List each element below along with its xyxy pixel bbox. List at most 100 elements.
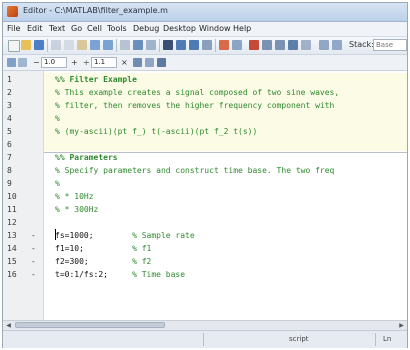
menu-cell[interactable]: Cell <box>87 24 102 33</box>
open-folder-icon[interactable] <box>21 40 31 50</box>
line-number: 3 <box>7 101 12 110</box>
factor-value-field[interactable]: 1.1 <box>91 57 117 68</box>
menu-window[interactable]: Window <box>199 24 231 33</box>
find-icon[interactable] <box>133 40 143 50</box>
redo-icon[interactable] <box>103 40 113 50</box>
code-line[interactable]: 5 % (my-ascii)(pt f_) t(-ascii)(pt f_2 t(… <box>3 125 407 138</box>
code-text: % <box>55 179 60 188</box>
line-number: 11 <box>7 205 17 214</box>
continue-icon[interactable] <box>288 40 298 50</box>
horizontal-scrollbar[interactable]: ◀ ▶ <box>3 320 407 330</box>
undo-icon[interactable] <box>90 40 100 50</box>
status-bar: script Ln <box>3 330 407 348</box>
cell-eval-icon[interactable] <box>7 58 16 67</box>
text-cursor <box>55 229 56 240</box>
line-number: 12 <box>7 218 17 227</box>
fx-icon[interactable] <box>146 40 156 50</box>
save-icon[interactable] <box>34 40 44 50</box>
cell-run-icon[interactable] <box>133 58 142 67</box>
line-number: 8 <box>7 166 12 175</box>
code-line[interactable]: 15 - f2=300; % f2 <box>3 255 407 268</box>
print-icon[interactable] <box>120 40 130 50</box>
menu-desktop[interactable]: Desktop <box>163 24 196 33</box>
status-line-number: Ln <box>383 335 392 343</box>
breakpoint-marker[interactable]: - <box>31 255 36 268</box>
code-line[interactable]: 7 %% Parameters <box>3 151 407 164</box>
copy-icon[interactable] <box>64 40 74 50</box>
goto-icon[interactable] <box>202 40 212 50</box>
code-line[interactable]: 10 % * 10Hz <box>3 190 407 203</box>
code-editor[interactable]: 1 %% Filter Example 2 % This example create… <box>3 71 407 320</box>
back-icon[interactable] <box>176 40 186 50</box>
scroll-right-icon[interactable]: ▶ <box>398 322 405 329</box>
toolbar: Stack: Base <box>3 37 407 55</box>
decrement-button[interactable]: − <box>33 58 40 67</box>
code-line[interactable]: 11 % * 300Hz <box>3 203 407 216</box>
code-line[interactable]: 13 - fs=1000; % Sample rate <box>3 229 407 242</box>
stack-select[interactable]: Base <box>373 39 407 51</box>
matlab-app-icon <box>7 6 18 17</box>
menu-edit[interactable]: Edit <box>27 24 43 33</box>
code-text: % This example creates a signal composed… <box>55 88 340 97</box>
code-text: % Specify parameters and construct time … <box>55 166 335 175</box>
scroll-thumb[interactable] <box>15 322 165 328</box>
code-line[interactable]: 12 <box>3 216 407 229</box>
code-line[interactable]: 14 - f1=10; % f1 <box>3 242 407 255</box>
menu-text[interactable]: Text <box>49 24 65 33</box>
line-number: 16 <box>7 270 17 279</box>
new-file-icon[interactable] <box>8 40 20 52</box>
code-line[interactable]: 16 - t=0:1/fs:2; % Time base <box>3 268 407 281</box>
breakpoint-icon[interactable] <box>219 40 229 50</box>
menu-go[interactable]: Go <box>71 24 82 33</box>
step-in-icon[interactable] <box>262 40 272 50</box>
increment-button[interactable]: + <box>71 58 78 67</box>
multiply-button[interactable]: × <box>121 58 128 67</box>
code-line[interactable]: 1 %% Filter Example <box>3 73 407 86</box>
window-title: Editor - C:\MATLAB\filter_example.m <box>23 6 168 15</box>
code-line[interactable]: 9% <box>3 177 407 190</box>
line-number: 15 <box>7 257 17 266</box>
code-line[interactable]: 4% <box>3 112 407 125</box>
step-icon[interactable] <box>232 40 242 50</box>
title-bar: Editor - C:\MATLAB\filter_example.m <box>3 3 407 22</box>
exit-debug-icon[interactable] <box>301 40 311 50</box>
menu-help[interactable]: Help <box>233 24 251 33</box>
code-text: %% Parameters <box>55 153 118 162</box>
cell-toolbar: − 1.0 + ÷ 1.1 × <box>3 55 407 71</box>
code-line[interactable]: 8 % Specify parameters and construct time… <box>3 164 407 177</box>
run-icon[interactable] <box>319 40 329 50</box>
menu-tools[interactable]: Tools <box>107 24 127 33</box>
breakpoint-marker[interactable]: - <box>31 268 36 281</box>
line-number: 4 <box>7 114 12 123</box>
code-line[interactable]: 6 <box>3 138 407 151</box>
forward-icon[interactable] <box>189 40 199 50</box>
code-line[interactable]: 3 % filter, then removes the higher frequ… <box>3 99 407 112</box>
cell-run-advance-icon[interactable] <box>145 58 154 67</box>
line-number: 1 <box>7 75 12 84</box>
cut-icon[interactable] <box>51 40 61 50</box>
editor-window: Editor - C:\MATLAB\filter_example.m File… <box>2 2 408 348</box>
paste-icon[interactable] <box>77 40 87 50</box>
breakpoint-marker[interactable]: - <box>31 242 36 255</box>
increment-value-field[interactable]: 1.0 <box>41 57 67 68</box>
breakpoint-marker[interactable]: - <box>31 229 36 242</box>
code-text: % <box>55 114 60 123</box>
layout-icon[interactable] <box>332 40 342 50</box>
code-line[interactable]: 2 % This example creates a signal compose… <box>3 86 407 99</box>
step-out-icon[interactable] <box>275 40 285 50</box>
menu-debug[interactable]: Debug <box>133 24 159 33</box>
bookmark-icon[interactable] <box>163 40 173 50</box>
divide-button[interactable]: ÷ <box>83 58 90 67</box>
zoom-icon[interactable] <box>157 58 166 67</box>
code-text: %% Filter Example <box>55 75 137 84</box>
clear-breakpoints-icon[interactable] <box>249 40 259 50</box>
line-number: 14 <box>7 244 17 253</box>
menu-file[interactable]: File <box>7 24 20 33</box>
menu-bar: File Edit Text Go Cell Tools Debug Deskt… <box>3 22 407 37</box>
scroll-left-icon[interactable]: ◀ <box>5 322 12 329</box>
line-number: 7 <box>7 153 12 162</box>
cell-advance-icon[interactable] <box>18 58 27 67</box>
code-text: % * 10Hz <box>55 192 94 201</box>
code-text: % filter, then removes the higher freque… <box>55 101 335 110</box>
code-text: f2=300; % f2 <box>55 257 152 266</box>
